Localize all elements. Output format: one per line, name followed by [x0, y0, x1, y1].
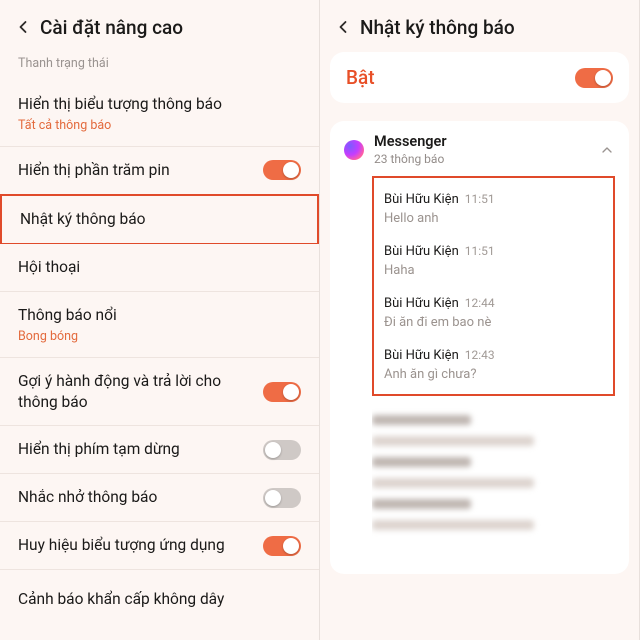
toggle-suggest-actions[interactable]: [263, 382, 301, 402]
notif-body: Hello anh: [384, 211, 603, 226]
messenger-icon: [344, 140, 364, 160]
row-title: Hiển thị phím tạm dừng: [18, 439, 263, 460]
notification-item[interactable]: Bùi Hữu Kiện 12:43 Anh ăn gì chưa?: [384, 340, 603, 392]
row-floating-notifications[interactable]: Thông báo nổi Bong bóng: [0, 292, 319, 358]
blurred-notifications: [372, 404, 552, 564]
notification-item[interactable]: Bùi Hữu Kiện 11:51 Hello anh: [384, 184, 603, 236]
notif-body: Đi ăn đi em bao nè: [384, 315, 603, 330]
row-title: Hiển thị phần trăm pin: [18, 160, 263, 181]
toggle-app-icon-badges[interactable]: [263, 536, 301, 556]
toggle-battery-percent[interactable]: [263, 160, 301, 180]
chevron-up-icon[interactable]: [599, 142, 615, 158]
row-title: Hội thoại: [18, 257, 301, 278]
toggle-notification-reminder[interactable]: [263, 488, 301, 508]
notif-body: Anh ăn gì chưa?: [384, 367, 603, 382]
notif-time: 11:51: [465, 192, 495, 206]
notif-sender: Bùi Hữu Kiện: [384, 244, 459, 259]
toggle-show-snooze[interactable]: [263, 440, 301, 460]
row-emergency-alerts[interactable]: Cảnh báo khẩn cấp không dây: [0, 576, 319, 623]
notification-item[interactable]: Bùi Hữu Kiện 11:51 Haha: [384, 236, 603, 288]
notification-highlight-box: Bùi Hữu Kiện 11:51 Hello anh Bùi Hữu Kiện…: [372, 176, 615, 396]
notif-body: Haha: [384, 263, 603, 278]
app-name: Messenger: [374, 133, 589, 150]
row-title: Nhắc nhở thông báo: [18, 487, 263, 508]
row-title: Nhật ký thông báo: [20, 209, 299, 230]
app-subtitle: 23 thông báo: [374, 152, 589, 166]
page-title-right: Nhật ký thông báo: [360, 16, 515, 39]
row-title: Thông báo nổi: [18, 305, 301, 326]
master-toggle-card: Bật: [330, 52, 629, 103]
section-label-statusbar: Thanh trạng thái: [0, 52, 319, 81]
row-subtitle: Tất cả thông báo: [18, 118, 301, 133]
master-toggle-label: Bật: [346, 66, 375, 89]
notif-sender: Bùi Hữu Kiện: [384, 296, 459, 311]
notif-sender: Bùi Hữu Kiện: [384, 192, 459, 207]
row-subtitle: Bong bóng: [18, 329, 301, 344]
notif-time: 12:44: [465, 296, 495, 310]
row-notification-history[interactable]: Nhật ký thông báo: [0, 194, 319, 245]
row-notification-reminder[interactable]: Nhắc nhở thông báo: [0, 474, 319, 522]
row-conversations[interactable]: Hội thoại: [0, 244, 319, 292]
row-notification-icons[interactable]: Hiển thị biểu tượng thông báo Tất cả thô…: [0, 81, 319, 147]
notification-item[interactable]: Bùi Hữu Kiện 12:44 Đi ăn đi em bao nè: [384, 288, 603, 340]
header-left: Cài đặt nâng cao: [0, 0, 319, 52]
row-title: Hiển thị biểu tượng thông báo: [18, 94, 301, 115]
header-right: Nhật ký thông báo: [320, 0, 639, 52]
phone-right-history: Nhật ký thông báo Bật Messenger 23 thông…: [320, 0, 640, 640]
app-header[interactable]: Messenger 23 thông báo: [344, 133, 615, 166]
back-icon[interactable]: [10, 14, 36, 40]
row-title: Cảnh báo khẩn cấp không dây: [18, 589, 301, 610]
toggle-master[interactable]: [575, 68, 613, 88]
app-card-messenger: Messenger 23 thông báo Bùi Hữu Kiện 11:51…: [330, 121, 629, 574]
notif-sender: Bùi Hữu Kiện: [384, 348, 459, 363]
back-icon[interactable]: [330, 14, 356, 40]
row-title: Huy hiệu biểu tượng ứng dụng: [18, 535, 263, 556]
page-title-left: Cài đặt nâng cao: [40, 16, 183, 39]
row-app-icon-badges[interactable]: Huy hiệu biểu tượng ứng dụng: [0, 522, 319, 570]
row-title: Gợi ý hành động và trả lời cho thông báo: [18, 371, 263, 413]
row-show-snooze[interactable]: Hiển thị phím tạm dừng: [0, 426, 319, 474]
notif-time: 12:43: [465, 348, 495, 362]
row-suggest-actions[interactable]: Gợi ý hành động và trả lời cho thông báo: [0, 358, 319, 427]
notif-time: 11:51: [465, 244, 495, 258]
row-battery-percent[interactable]: Hiển thị phần trăm pin: [0, 147, 319, 195]
phone-left-settings: Cài đặt nâng cao Thanh trạng thái Hiển t…: [0, 0, 320, 640]
